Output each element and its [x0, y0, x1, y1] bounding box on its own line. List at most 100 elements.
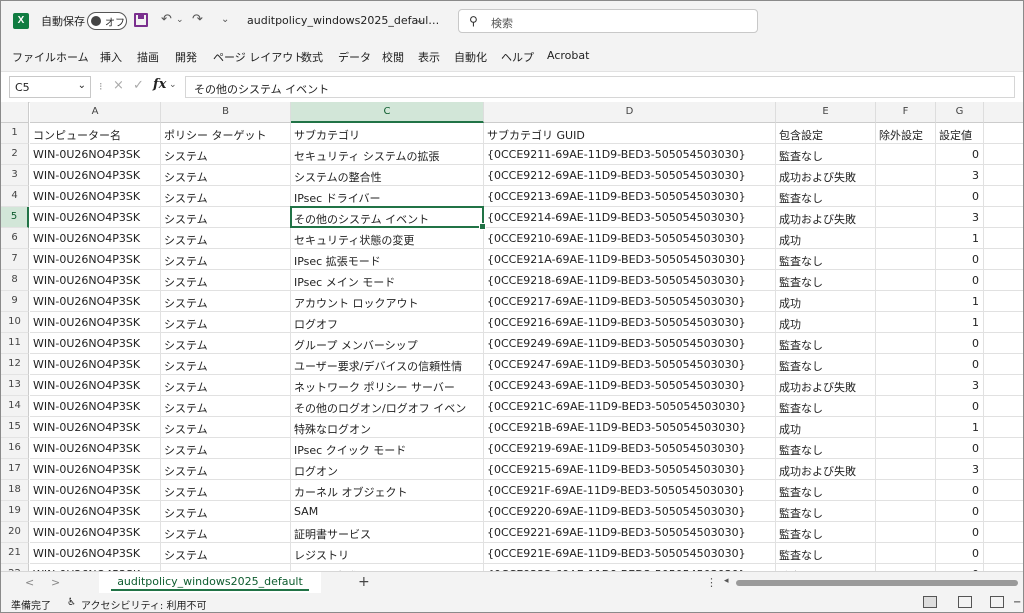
name-box[interactable]: C5 ⌄	[9, 76, 91, 98]
table-cell[interactable]	[984, 312, 1023, 333]
column-header-c[interactable]: C	[291, 102, 484, 123]
column-header-a[interactable]: A	[30, 102, 161, 123]
horizontal-scrollbar[interactable]: ◂	[724, 576, 1020, 587]
table-cell[interactable]: SAM	[291, 501, 484, 522]
table-cell[interactable]: セキュリティ状態の変更	[291, 228, 484, 249]
table-cell[interactable]: {0CCE9210-69AE-11D9-BED3-505054503030}	[484, 228, 776, 249]
row-header[interactable]: 20	[1, 522, 29, 543]
table-cell[interactable]: システム	[161, 165, 291, 186]
table-cell[interactable]: その他のログオン/ログオフ イベン	[291, 396, 484, 417]
table-cell[interactable]: 監査なし	[776, 270, 876, 291]
table-cell[interactable]: システム	[161, 186, 291, 207]
table-cell[interactable]: 1	[936, 417, 984, 438]
table-cell[interactable]	[876, 375, 936, 396]
table-cell[interactable]: 監査なし	[776, 438, 876, 459]
table-cell[interactable]: WIN-0U26NO4P3SK	[30, 186, 161, 207]
row-header[interactable]: 12	[1, 354, 29, 375]
cancel-icon[interactable]: ×	[113, 78, 124, 93]
table-cell[interactable]: WIN-0U26NO4P3SK	[30, 207, 161, 228]
table-cell[interactable]	[876, 438, 936, 459]
table-cell[interactable]: WIN-0U26NO4P3SK	[30, 438, 161, 459]
table-cell[interactable]: システム	[161, 228, 291, 249]
table-cell[interactable]: WIN-0U26NO4P3SK	[30, 417, 161, 438]
table-cell[interactable]: {0CCE9214-69AE-11D9-BED3-505054503030}	[484, 207, 776, 228]
row-header[interactable]: 7	[1, 249, 29, 270]
row-header[interactable]: 17	[1, 459, 29, 480]
table-cell[interactable]: システム	[161, 291, 291, 312]
table-cell[interactable]	[876, 459, 936, 480]
row-header[interactable]: 10	[1, 312, 29, 333]
table-cell[interactable]: 監査なし	[776, 186, 876, 207]
table-cell[interactable]	[984, 186, 1023, 207]
table-cell[interactable]	[876, 144, 936, 165]
table-cell[interactable]	[984, 417, 1023, 438]
table-cell[interactable]	[984, 501, 1023, 522]
row-header[interactable]: 21	[1, 543, 29, 564]
table-cell[interactable]: 監査なし	[776, 396, 876, 417]
header-cell[interactable]: 除外設定	[876, 123, 936, 144]
header-cell[interactable]: サブカテゴリ	[291, 123, 484, 144]
table-cell[interactable]: 3	[936, 207, 984, 228]
table-cell[interactable]: 0	[936, 438, 984, 459]
table-cell[interactable]: 監査なし	[776, 144, 876, 165]
table-cell[interactable]: IPsec ドライバー	[291, 186, 484, 207]
accessibility-icon[interactable]: ♿	[67, 597, 76, 608]
column-header-f[interactable]: F	[876, 102, 936, 123]
column-header-e[interactable]: E	[776, 102, 876, 123]
row-header[interactable]: 14	[1, 396, 29, 417]
table-cell[interactable]: システム	[161, 144, 291, 165]
table-cell[interactable]: システム	[161, 459, 291, 480]
insert-function-icon[interactable]: fx	[153, 77, 166, 92]
row-header[interactable]: 13	[1, 375, 29, 396]
table-cell[interactable]	[876, 186, 936, 207]
chevron-down-icon[interactable]: ⌄	[169, 80, 177, 90]
table-cell[interactable]: 0	[936, 144, 984, 165]
table-cell[interactable]	[984, 291, 1023, 312]
table-cell[interactable]: ユーザー要求/デバイスの信頼性情	[291, 354, 484, 375]
table-cell[interactable]: 3	[936, 375, 984, 396]
table-cell[interactable]: システム	[161, 396, 291, 417]
table-cell[interactable]: {0CCE9220-69AE-11D9-BED3-505054503030}	[484, 501, 776, 522]
table-cell[interactable]: 監査なし	[776, 564, 876, 571]
row-header[interactable]: 5	[1, 207, 29, 228]
customize-toolbar-icon[interactable]: ⌄	[221, 14, 229, 25]
table-cell[interactable]	[876, 522, 936, 543]
table-cell[interactable]	[984, 354, 1023, 375]
table-cell[interactable]: 3	[936, 165, 984, 186]
table-cell[interactable]: 0	[936, 564, 984, 571]
table-cell[interactable]: {0CCE9221-69AE-11D9-BED3-505054503030}	[484, 522, 776, 543]
scrollbar-thumb[interactable]	[736, 580, 1018, 586]
table-cell[interactable]: 0	[936, 480, 984, 501]
table-cell[interactable]	[984, 396, 1023, 417]
table-cell[interactable]	[984, 375, 1023, 396]
zoom-out-icon[interactable]: −	[1013, 597, 1021, 608]
table-cell[interactable]: 0	[936, 249, 984, 270]
autosave-toggle[interactable]: オフ	[87, 12, 127, 30]
row-header[interactable]: 9	[1, 291, 29, 312]
page-layout-view-icon[interactable]	[958, 596, 972, 608]
table-cell[interactable]: WIN-0U26NO4P3SK	[30, 522, 161, 543]
table-cell[interactable]: システム	[161, 249, 291, 270]
row-header[interactable]: 15	[1, 417, 29, 438]
table-cell[interactable]: その他のシステム イベント	[291, 207, 484, 228]
row-header[interactable]: 6	[1, 228, 29, 249]
tab-home[interactable]: ホーム	[56, 49, 89, 65]
table-cell[interactable]: 監査なし	[776, 354, 876, 375]
table-cell[interactable]: システム	[161, 522, 291, 543]
table-cell[interactable]	[876, 564, 936, 571]
tab-acrobat[interactable]: Acrobat	[547, 49, 589, 62]
table-cell[interactable]: 監査なし	[776, 543, 876, 564]
table-cell[interactable]: 監査なし	[776, 333, 876, 354]
chevron-right-icon[interactable]: >	[51, 576, 60, 589]
document-title[interactable]: auditpolicy_windows2025_defaul…	[247, 14, 439, 27]
row-header[interactable]: 4	[1, 186, 29, 207]
table-cell[interactable]: WIN-0U26NO4P3SK	[30, 165, 161, 186]
table-cell[interactable]: IPsec メイン モード	[291, 270, 484, 291]
table-cell[interactable]: 1	[936, 291, 984, 312]
table-cell[interactable]	[984, 480, 1023, 501]
table-cell[interactable]	[876, 312, 936, 333]
table-cell[interactable]	[984, 543, 1023, 564]
tab-insert[interactable]: 挿入	[100, 49, 122, 65]
column-header-g[interactable]: G	[936, 102, 984, 123]
table-cell[interactable]: アカウント ロックアウト	[291, 291, 484, 312]
